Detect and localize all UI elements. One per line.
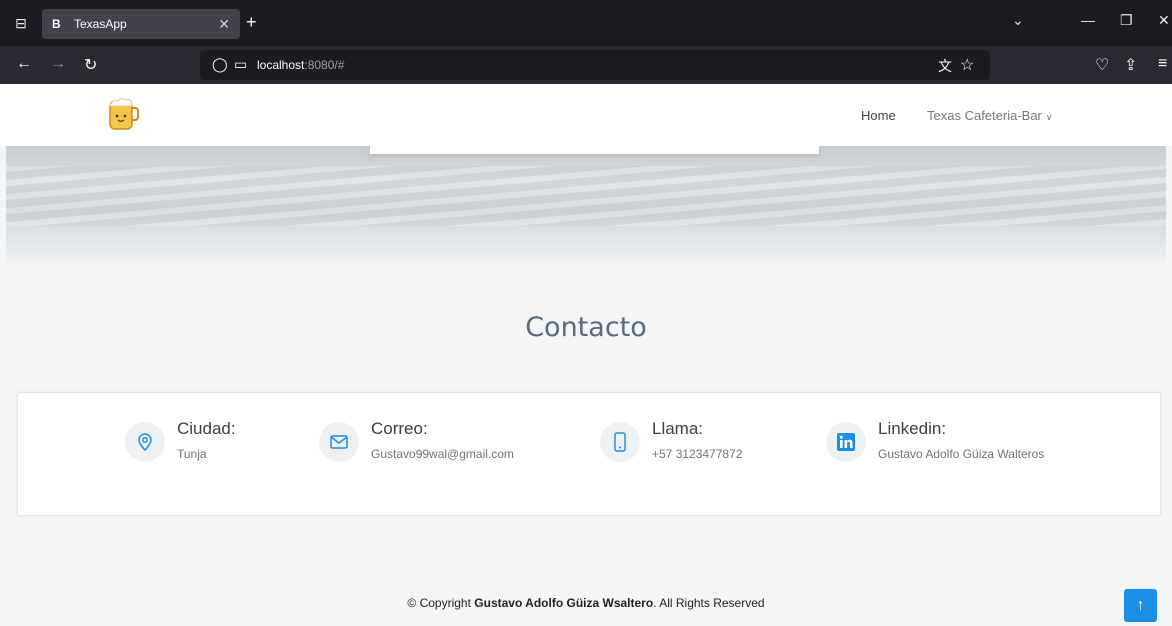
page-info-icon[interactable]: ▭: [234, 56, 247, 73]
tracking-shield-icon[interactable]: ◯: [212, 56, 228, 73]
contact-label: Ciudad:: [177, 419, 236, 438]
restore-icon[interactable]: ❐: [1120, 12, 1133, 29]
hero-background-image: [6, 146, 1166, 263]
contact-value: Tunja: [177, 447, 207, 461]
browser-nav-bar: ← → ↻ ◯ ▭ localhost:8080/# 文 ☆ ♡ ⇪ ≡: [0, 46, 1172, 84]
contact-label: Correo:: [371, 419, 428, 438]
site-header: Home Texas Cafeteria-Bar ∨: [0, 84, 1172, 146]
contact-label: Linkedin:: [878, 419, 947, 438]
close-window-icon[interactable]: ✕: [1158, 12, 1170, 29]
contact-value[interactable]: Gustavo Adolfo Güiza Walteros: [878, 447, 1044, 461]
nav-home-link[interactable]: Home: [861, 108, 896, 123]
close-tab-icon[interactable]: ✕: [218, 16, 230, 33]
envelope-icon: [319, 422, 359, 462]
browser-tab[interactable]: B TexasApp ✕: [42, 9, 240, 39]
translate-icon[interactable]: 文: [938, 56, 952, 76]
tab-title: TexasApp: [74, 17, 127, 31]
chevron-down-icon: ∨: [1045, 112, 1053, 122]
arrow-up-icon: ↑: [1136, 596, 1145, 614]
contact-value[interactable]: Gustavo99wal@gmail.com: [371, 447, 514, 461]
phone-icon: [600, 422, 640, 462]
url-text[interactable]: localhost:8080/#: [257, 58, 344, 72]
forward-arrow-icon[interactable]: →: [50, 55, 66, 73]
share-icon[interactable]: ⇪: [1124, 55, 1137, 75]
reload-icon[interactable]: ↻: [84, 55, 97, 75]
tab-overflow-chevron-icon[interactable]: ⌄: [1012, 12, 1024, 29]
nav-texas-dropdown[interactable]: Texas Cafeteria-Bar ∨: [927, 108, 1052, 123]
section-title: Contacto: [525, 312, 647, 343]
beer-mug-logo-icon[interactable]: [108, 97, 140, 131]
url-bar[interactable]: ◯ ▭ localhost:8080/# 文 ☆: [200, 50, 990, 80]
bookmark-star-icon[interactable]: ☆: [960, 55, 974, 75]
back-to-top-button[interactable]: ↑: [1124, 589, 1157, 622]
contact-info-box: Ciudad: Tunja Correo: Gustavo99wal@gmail…: [17, 392, 1161, 516]
favicon-icon: B: [52, 17, 61, 31]
menu-icon[interactable]: ≡: [1158, 55, 1167, 73]
copyright-owner: Gustavo Adolfo Güiza Wsaltero: [474, 596, 654, 610]
footer-copyright: © Copyright Gustavo Adolfo Güiza Wsalter…: [407, 596, 765, 610]
browser-tab-bar: ⊟ B TexasApp ✕ + ⌄ — ❐ ✕: [0, 0, 1172, 46]
contact-label: Llama:: [652, 419, 704, 438]
location-pin-icon: [125, 422, 165, 462]
hero-card: [370, 146, 819, 154]
contact-value[interactable]: +57 3123477872: [652, 447, 742, 461]
pocket-icon[interactable]: ♡: [1095, 55, 1109, 75]
linkedin-icon[interactable]: [826, 422, 866, 462]
minimize-icon[interactable]: —: [1081, 12, 1095, 28]
list-all-tabs-icon[interactable]: ⊟: [8, 10, 34, 36]
new-tab-icon[interactable]: +: [246, 12, 257, 33]
back-arrow-icon[interactable]: ←: [16, 55, 32, 73]
